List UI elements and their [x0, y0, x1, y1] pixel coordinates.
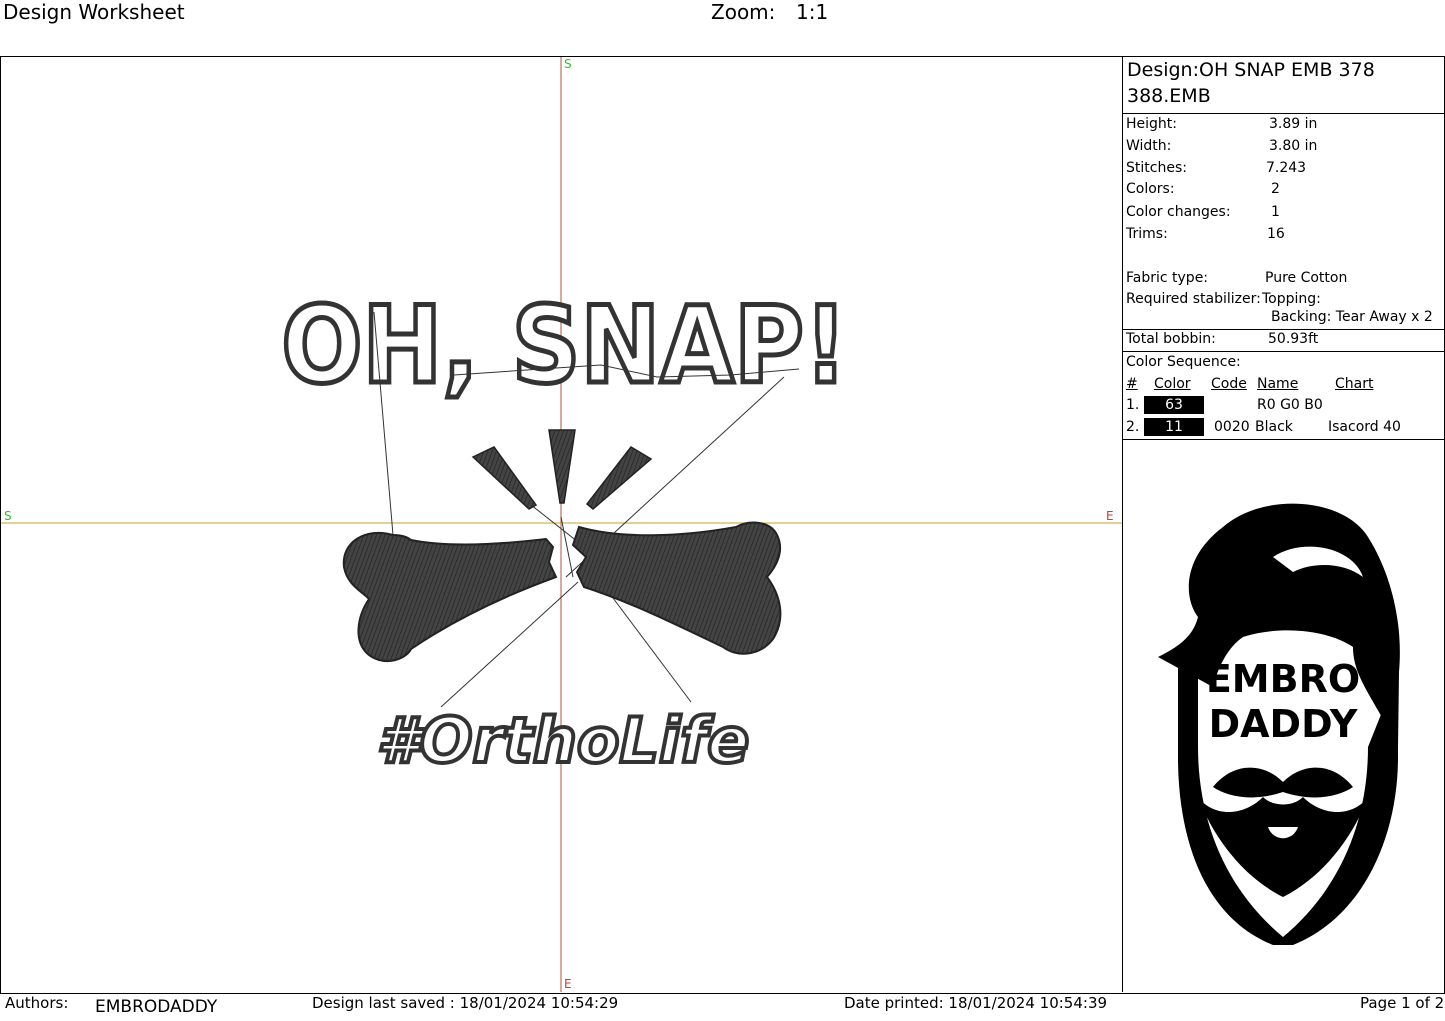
- design-last-saved: Design last saved : 18/01/2024 10:54:29: [312, 994, 619, 1012]
- stitches-label: Stitches:: [1126, 160, 1187, 176]
- color-changes-value: 1: [1271, 204, 1280, 220]
- snap-ray-right: [585, 446, 653, 510]
- zoom-label: Zoom:: [711, 0, 776, 24]
- bone-left: [342, 531, 558, 663]
- color-sequence-label: Color Sequence:: [1126, 354, 1241, 370]
- zoom-value: 1:1: [796, 0, 829, 24]
- fabric-value: Pure Cotton: [1265, 270, 1348, 286]
- col-chart: Chart: [1335, 376, 1374, 392]
- marker-start-left: S: [4, 509, 12, 523]
- stabilizer-label: Required stabilizer:: [1126, 291, 1261, 307]
- color-row-2-chart: Isacord 40: [1328, 419, 1401, 435]
- marker-end-right: E: [1106, 509, 1114, 523]
- color-row-1-name: R0 G0 B0: [1257, 397, 1323, 413]
- design-info-panel: Design:OH SNAP EMB 378 388.EMB Height: 3…: [1123, 57, 1444, 992]
- logo-text-1: EMBRO: [1206, 657, 1360, 701]
- snap-ray-center: [548, 429, 576, 504]
- col-name: Name: [1257, 376, 1299, 392]
- col-num: #: [1126, 376, 1138, 392]
- authors-label: Authors:: [5, 994, 69, 1012]
- design-text-top: OH, SNAP!: [281, 283, 847, 407]
- fabric-label: Fabric type:: [1126, 270, 1209, 286]
- bone-right: [571, 521, 782, 655]
- authors-value: EMBRODADDY: [95, 997, 218, 1017]
- color-row-1-swatch: 63: [1144, 396, 1204, 414]
- mustache-shape: [1213, 767, 1353, 798]
- bobbin-value: 50.93ft: [1268, 331, 1319, 347]
- col-color: Color: [1154, 376, 1191, 392]
- design-text-bottom: #OrthoLife: [377, 704, 750, 777]
- bobbin-label: Total bobbin:: [1126, 331, 1216, 347]
- colors-label: Colors:: [1126, 181, 1175, 197]
- date-printed: Date printed: 18/01/2024 10:54:39: [844, 994, 1108, 1012]
- trims-label: Trims:: [1126, 226, 1168, 242]
- marker-end-bottom: E: [564, 977, 572, 991]
- color-row-2-code: 0020: [1214, 419, 1250, 435]
- height-label: Height:: [1126, 116, 1177, 132]
- stitches-value: 7.243: [1266, 160, 1307, 176]
- height-value: 3.89 in: [1269, 116, 1318, 132]
- logo-text-2: DADDY: [1209, 702, 1358, 746]
- color-row-2-swatch: 11: [1144, 418, 1204, 436]
- color-row-2-name: Black: [1255, 419, 1293, 435]
- backing-value: Backing: Tear Away x 2: [1271, 309, 1433, 325]
- design-name: Design:OH SNAP EMB 378: [1127, 59, 1375, 81]
- colors-value: 2: [1271, 181, 1280, 197]
- page-indicator: Page 1 of 2: [1360, 994, 1445, 1012]
- worksheet-title: Design Worksheet: [3, 0, 185, 24]
- col-code: Code: [1211, 376, 1247, 392]
- snap-ray-left: [471, 446, 538, 510]
- embrodaddy-logo: EMBRO DADDY: [1158, 503, 1400, 945]
- color-row-1-num: 1.: [1126, 397, 1140, 413]
- trims-value: 16: [1267, 226, 1285, 242]
- topping-value: Topping:: [1262, 291, 1321, 307]
- width-label: Width:: [1126, 138, 1172, 154]
- marker-start-top: S: [564, 57, 572, 71]
- color-changes-label: Color changes:: [1126, 204, 1231, 220]
- width-value: 3.80 in: [1269, 138, 1318, 154]
- design-preview: OH, SNAP! #OrthoLife S S E E: [1, 57, 1122, 992]
- design-canvas: OH, SNAP! #OrthoLife S S E E: [1, 57, 1122, 992]
- design-name-line2: 388.EMB: [1127, 85, 1211, 107]
- color-row-2-num: 2.: [1126, 419, 1140, 435]
